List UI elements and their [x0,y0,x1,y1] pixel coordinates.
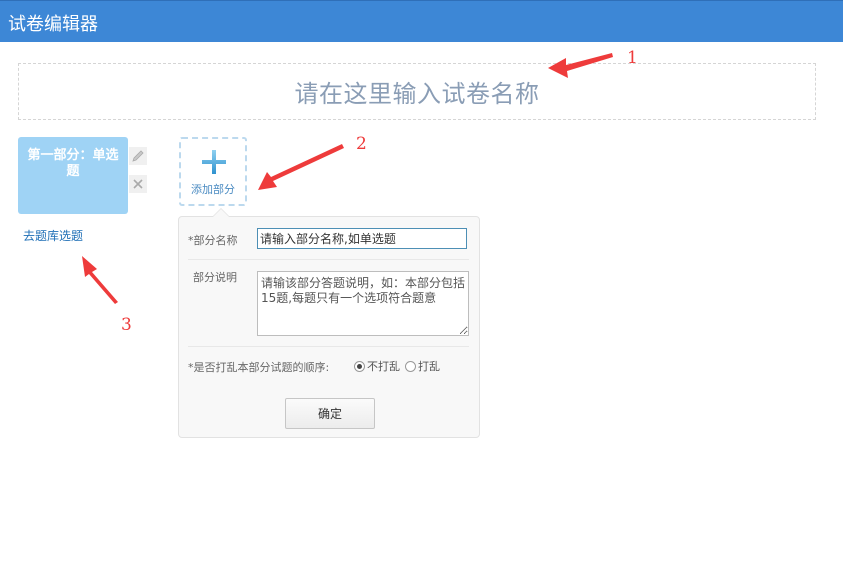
annotation-arrows [82,53,613,304]
annotation-arrow-3 [82,256,118,304]
annotation-arrow-1 [548,53,613,78]
annotation-arrow-2 [258,144,344,190]
annotation-label-2: 2 [356,134,367,154]
annotation-label-1: 1 [627,48,638,68]
annotation-label-3: 3 [121,315,132,335]
